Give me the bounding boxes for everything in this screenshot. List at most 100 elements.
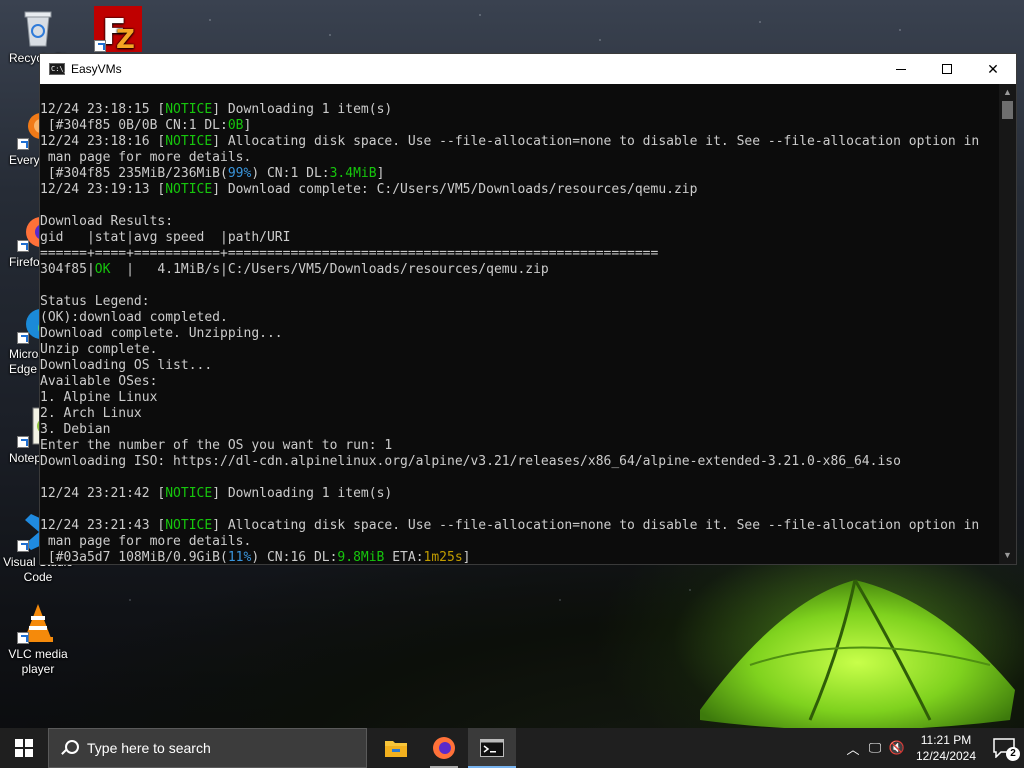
console-text: 12/24 23:19:13 [ (40, 182, 166, 197)
console-text: | 4.1MiB/s|C:/Users/VM5/Downloads/resour… (110, 262, 549, 277)
search-icon (61, 740, 79, 756)
console-text: 1. Alpine Linux (40, 390, 158, 405)
system-tray: ︿ 🖵 🔇 11:21 PM 12/24/2024 2 (842, 728, 1024, 768)
action-center-button[interactable]: 2 (984, 728, 1024, 768)
maximize-button[interactable] (924, 54, 970, 84)
vlc-icon (17, 602, 59, 644)
console-line: 12/24 23:18:16 [NOTICE] Allocating disk … (40, 134, 999, 150)
console-text: [#304f85 235MiB/236MiB( (40, 166, 228, 181)
console-text: 12/24 23:18:15 [ (40, 102, 166, 117)
start-button[interactable] (0, 728, 48, 768)
notification-count-badge: 2 (1006, 747, 1020, 761)
console-line: 12/24 23:19:13 [NOTICE] Download complet… (40, 182, 999, 198)
console-text: Downloading ISO: https://dl-cdn.alpineli… (40, 454, 901, 469)
window-title: EasyVMs (71, 62, 122, 76)
console-text: ] Allocating disk space. Use --file-allo… (212, 134, 980, 149)
console-text: NOTICE (165, 486, 213, 501)
console-line: Available OSes: (40, 374, 999, 390)
firefox-icon (433, 737, 455, 759)
console-text: Download complete. Unzipping... (40, 326, 283, 341)
volume-muted-icon[interactable]: 🔇 (886, 740, 908, 756)
close-button[interactable]: ✕ (970, 54, 1016, 84)
console-window: C:\_ EasyVMs ✕ 12/24 23:18:15 [NOTICE] D… (39, 53, 1017, 565)
console-output[interactable]: 12/24 23:18:15 [NOTICE] Downloading 1 it… (40, 84, 999, 564)
minimize-icon (896, 68, 906, 70)
wallpaper-tent (700, 579, 1015, 730)
taskbar-firefox[interactable] (420, 728, 468, 768)
console-text: gid |stat|avg speed |path/URI (40, 230, 291, 245)
console-text: Unzip complete. (40, 342, 158, 357)
console-text: 1m25s (423, 550, 463, 564)
console-line: [#304f85 235MiB/236MiB(99%) CN:1 DL:3.4M… (40, 166, 999, 182)
console-line: Download Results: (40, 214, 999, 230)
console-text: NOTICE (165, 102, 213, 117)
desktop-icon-filezilla[interactable]: FZ (80, 6, 156, 55)
console-text: 99% (227, 166, 252, 181)
console-text: ] (243, 118, 252, 133)
taskbar-file-explorer[interactable] (372, 728, 420, 768)
console-text: Downloading OS list... (40, 358, 213, 373)
console-text: (OK):download completed. (40, 310, 228, 325)
scroll-up-icon[interactable]: ▲ (999, 84, 1016, 101)
search-placeholder: Type here to search (87, 740, 211, 756)
taskbar-terminal[interactable] (468, 728, 516, 768)
console-text: 0B (227, 118, 244, 133)
console-text: ] (462, 550, 471, 564)
console-text: 12/24 23:21:42 [ (40, 486, 166, 501)
console-text: ETA: (384, 550, 424, 564)
console-text: [#03a5d7 108MiB/0.9GiB( (40, 550, 228, 564)
recycle-bin-icon (17, 6, 59, 48)
network-icon[interactable]: 🖵 (864, 740, 886, 756)
console-text: 3. Debian (40, 422, 111, 437)
console-line: ======+====+===========+================… (40, 246, 999, 262)
windows-logo-icon (15, 739, 33, 757)
clock-time: 11:21 PM (920, 733, 972, 747)
console-scrollbar[interactable]: ▲ ▼ (999, 84, 1016, 564)
taskbar: Type here to search ︿ 🖵 🔇 11:21 PM 12/24… (0, 728, 1024, 768)
show-hidden-icons-chevron-icon[interactable]: ︿ (842, 739, 864, 758)
minimize-button[interactable] (878, 54, 924, 84)
svg-text:Z: Z (116, 25, 135, 52)
scroll-thumb[interactable] (1002, 101, 1013, 119)
console-line: man page for more details. (40, 150, 999, 166)
console-line: 3. Debian (40, 422, 999, 438)
console-line: [#304f85 0B/0B CN:1 DL:0B] (40, 118, 999, 134)
console-text: NOTICE (165, 518, 213, 533)
desktop-icon-label: VLC media player (8, 647, 68, 676)
console-line: 12/24 23:18:15 [NOTICE] Downloading 1 it… (40, 102, 999, 118)
shortcut-arrow-icon (17, 332, 29, 344)
shortcut-arrow-icon (17, 632, 29, 644)
console-text: ) CN:1 DL: (251, 166, 330, 181)
close-icon: ✕ (987, 60, 999, 77)
scroll-down-icon[interactable]: ▼ (999, 547, 1016, 564)
console-text: 304f85| (40, 262, 95, 277)
taskbar-search-box[interactable]: Type here to search (48, 728, 367, 768)
console-line: Downloading ISO: https://dl-cdn.alpineli… (40, 454, 999, 470)
file-explorer-icon (385, 741, 407, 757)
console-line: 304f85|OK | 4.1MiB/s|C:/Users/VM5/Downlo… (40, 262, 999, 278)
window-titlebar[interactable]: C:\_ EasyVMs ✕ (40, 54, 1016, 84)
console-line: Download complete. Unzipping... (40, 326, 999, 342)
console-line: 12/24 23:21:43 [NOTICE] Allocating disk … (40, 518, 999, 534)
console-text: 9.8MiB (337, 550, 385, 564)
console-text: ======+====+===========+================… (40, 246, 659, 261)
console-line: 12/24 23:21:42 [NOTICE] Downloading 1 it… (40, 486, 999, 502)
console-text: 2. Arch Linux (40, 406, 142, 421)
console-text: [#304f85 0B/0B CN:1 DL: (40, 118, 228, 133)
shortcut-arrow-icon (17, 436, 29, 448)
desktop-icon-vlc[interactable]: VLC media player (0, 602, 76, 677)
taskbar-clock[interactable]: 11:21 PM 12/24/2024 (908, 732, 984, 764)
console-text: OK (94, 262, 111, 277)
shortcut-arrow-icon (17, 540, 29, 552)
console-text: ] Allocating disk space. Use --file-allo… (212, 518, 980, 533)
console-text: ] Downloading 1 item(s) (212, 486, 393, 501)
console-line: Downloading OS list... (40, 358, 999, 374)
console-line: gid |stat|avg speed |path/URI (40, 230, 999, 246)
console-text: ) CN:16 DL: (251, 550, 338, 564)
console-line: 2. Arch Linux (40, 406, 999, 422)
console-text: man page for more details. (40, 150, 252, 165)
terminal-icon (480, 739, 504, 757)
